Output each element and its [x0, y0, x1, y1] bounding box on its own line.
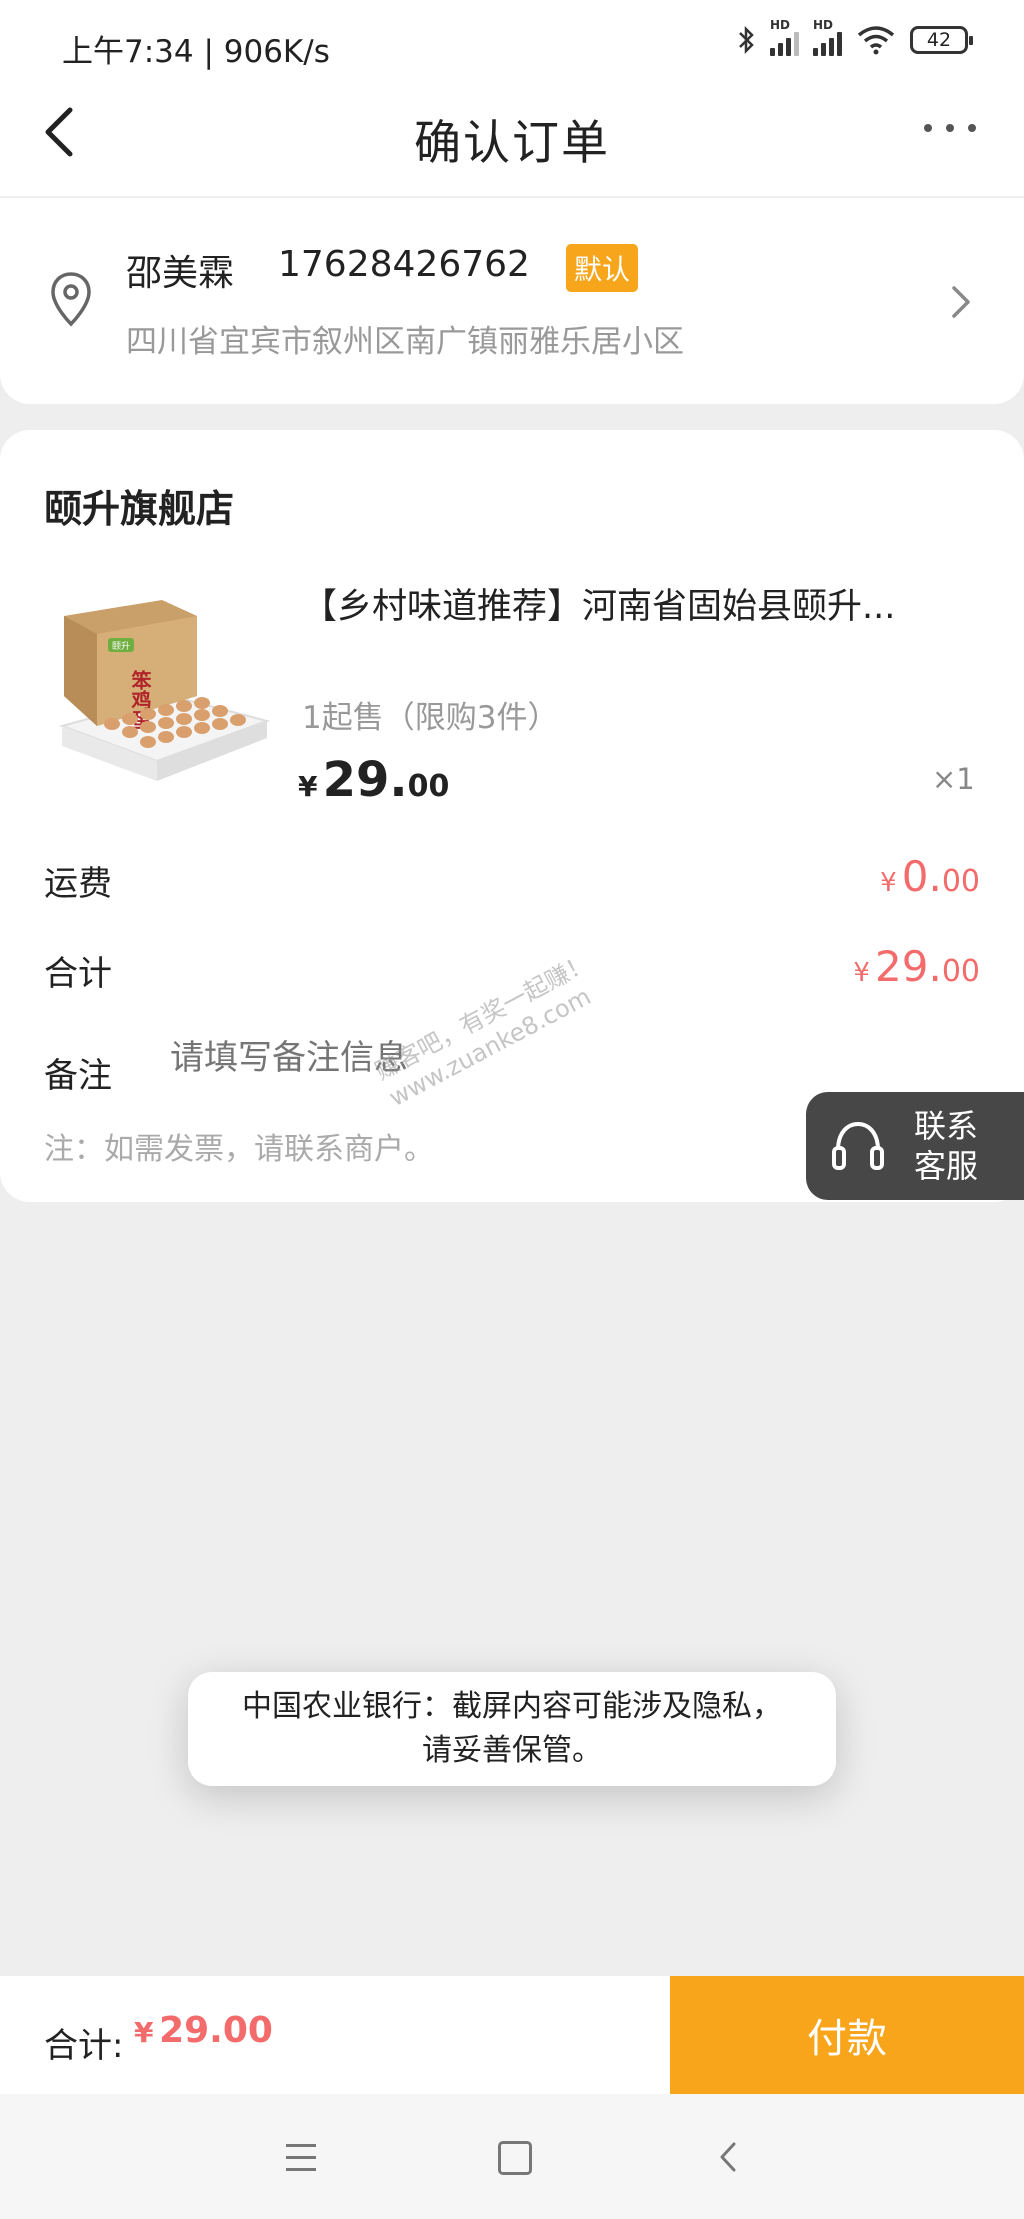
order-card — [0, 430, 1024, 1202]
product-title[interactable]: 【乡村味道推荐】河南省固始县颐升... — [302, 578, 982, 629]
total-price: ¥ 29.00 — [134, 2010, 273, 2051]
location-pin-icon — [51, 272, 91, 327]
recipient-phone: 17628426762 — [278, 244, 530, 285]
menu-icon[interactable] — [286, 2144, 316, 2180]
remark-label: 备注 — [44, 1056, 112, 1096]
shipping-label: 运费 — [44, 864, 112, 904]
battery-level: 42 — [926, 29, 952, 51]
purchase-limit: 1起售（限购3件） — [302, 700, 559, 736]
product-image[interactable]: 颐升 笨鸡蛋 — [52, 586, 272, 796]
status-time: 上午7:34 | 906K/s — [62, 34, 330, 70]
shipping-fee: ¥ 0.00 — [880, 852, 980, 901]
product-quantity: ×1 — [932, 762, 975, 796]
store-name[interactable]: 颐升旗舰店 — [44, 478, 234, 533]
bluetooth-icon — [739, 25, 754, 55]
price-decimal: 00 — [407, 769, 450, 804]
total-label: 合计: — [44, 2026, 124, 2066]
more-dots-icon[interactable] — [924, 124, 976, 132]
wifi-icon — [857, 26, 895, 55]
page-title: 确认订单 — [414, 116, 610, 171]
price-integer: 29. — [322, 752, 408, 808]
battery-icon: 42 — [910, 26, 973, 54]
privacy-toast: 中国农业银行：截屏内容可能涉及隐私， 请妥善保管。 — [188, 1672, 836, 1786]
product-price: ¥ 29.00 — [298, 752, 449, 808]
status-icons: HD HD 42 — [736, 18, 973, 56]
address-detail: 四川省宜宾市叙州区南广镇丽雅乐居小区 — [126, 324, 684, 360]
toast-line-2: 请妥善保管。 — [422, 1733, 602, 1768]
invoice-note: 注：如需发票，请联系商户。 — [44, 1132, 434, 1167]
remark-input[interactable] — [170, 1038, 790, 1078]
subtotal-amount: ¥ 29.00 — [853, 942, 980, 991]
customer-service-label: 联系 客服 — [914, 1107, 979, 1185]
signal-icon: HD — [813, 18, 842, 56]
home-icon[interactable] — [498, 2141, 532, 2175]
product-image-brand: 颐升 — [112, 641, 130, 652]
pay-button[interactable]: 付款 — [670, 1976, 1024, 2094]
chevron-right-icon[interactable] — [946, 280, 976, 324]
price-currency: ¥ — [298, 770, 318, 803]
signal-icon: HD — [770, 18, 799, 56]
toast-line-1: 中国农业银行：截屏内容可能涉及隐私， — [242, 1689, 782, 1724]
default-badge: 默认 — [566, 244, 639, 292]
customer-service-button[interactable]: 联系 客服 — [806, 1092, 1024, 1200]
address-card[interactable] — [0, 198, 1024, 404]
headset-icon — [832, 1121, 884, 1170]
recipient-name: 邵美霖 — [126, 253, 235, 294]
nav-back-icon[interactable] — [716, 2138, 740, 2176]
subtotal-label: 合计 — [44, 954, 112, 994]
